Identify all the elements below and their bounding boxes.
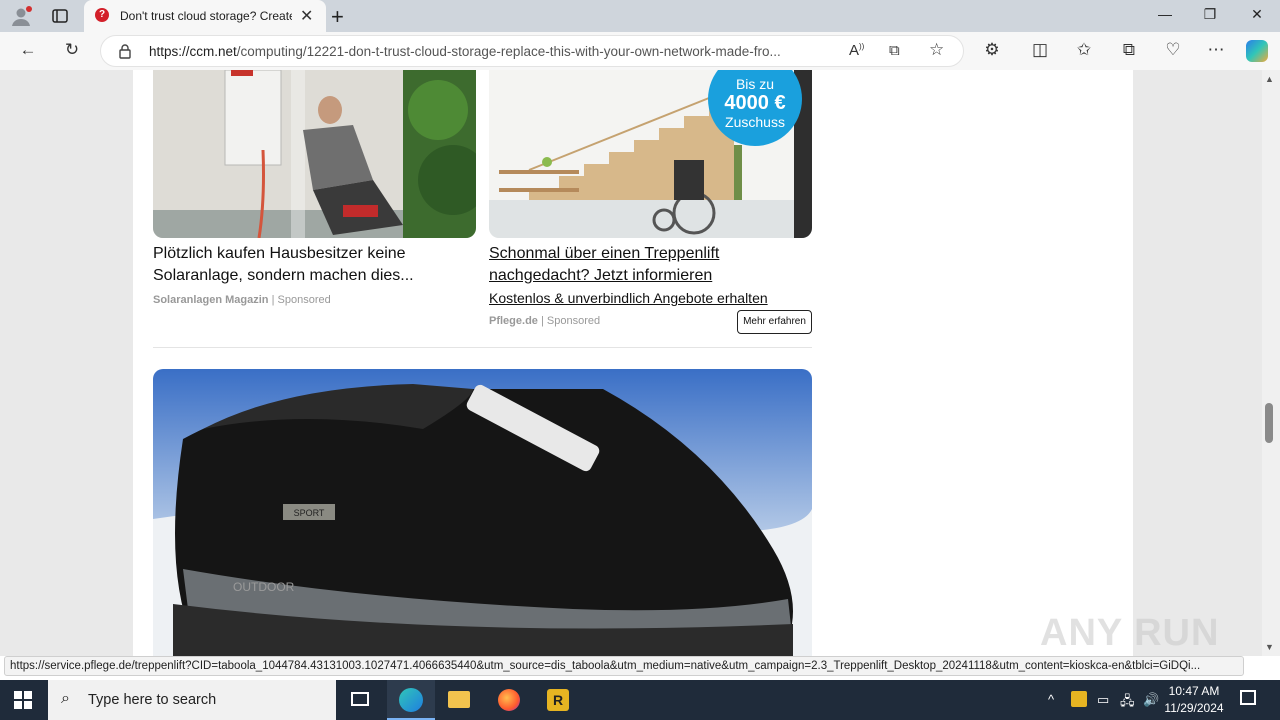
- tray-device-icon[interactable]: ▭: [1097, 692, 1109, 708]
- new-tab-icon[interactable]: +: [331, 4, 344, 30]
- search-icon: ⌕: [61, 690, 70, 707]
- edge-taskbar-icon[interactable]: [387, 680, 435, 720]
- clock-date: 11/29/2024: [1164, 701, 1224, 715]
- browser-essentials-icon[interactable]: ♡: [1162, 40, 1184, 60]
- firefox-icon[interactable]: [485, 680, 533, 720]
- copilot-icon[interactable]: [1246, 40, 1268, 62]
- refresh-icon[interactable]: ↻: [61, 40, 83, 60]
- search-placeholder: Type here to search: [88, 692, 217, 708]
- favorites-icon[interactable]: ✩: [1073, 40, 1095, 60]
- tab-actions-icon[interactable]: [51, 7, 69, 25]
- split-screen-icon[interactable]: ◫: [1029, 40, 1051, 60]
- file-explorer-icon[interactable]: [435, 680, 483, 720]
- status-bar-url: https://service.pflege.de/treppenlift?CI…: [4, 656, 1244, 676]
- sponsored-label: Sponsored: [277, 294, 331, 306]
- badge-line1: Bis zu: [735, 76, 775, 92]
- collections-icon[interactable]: ⧉: [1118, 40, 1140, 60]
- tab-close-icon[interactable]: ✕: [300, 6, 313, 26]
- shoe-tag-text: SPORT: [294, 508, 325, 518]
- ad-source-stairlift: Pflege.de | Sponsored: [489, 315, 601, 327]
- tab-strip: ? Don't trust cloud storage? Create ✕ + …: [0, 0, 1280, 32]
- system-clock[interactable]: 10:47 AM 11/29/2024: [1158, 683, 1230, 717]
- url-path: /computing/12221-don-t-trust-cloud-stora…: [236, 44, 781, 59]
- vertical-scrollbar[interactable]: ▲ ▼: [1262, 70, 1280, 656]
- profile-icon[interactable]: [10, 5, 32, 27]
- show-hidden-icons-icon[interactable]: ^: [1048, 692, 1054, 707]
- learn-more-button[interactable]: Mehr erfahren: [737, 310, 812, 334]
- more-menu-icon[interactable]: ⋯: [1205, 40, 1227, 60]
- close-window-icon[interactable]: ✕: [1245, 6, 1269, 23]
- immersive-reader-icon[interactable]: ⧉: [889, 42, 900, 59]
- extensions-icon[interactable]: ⚙: [981, 40, 1003, 60]
- ad-image-solar[interactable]: [153, 70, 476, 238]
- url-host: https://ccm.net: [149, 44, 237, 59]
- ad-title-solar[interactable]: Plötzlich kaufen Hausbesitzer keine Sola…: [153, 243, 453, 287]
- task-view-icon[interactable]: [336, 680, 384, 720]
- address-bar[interactable]: https://ccm.net/computing/12221-don-t-tr…: [100, 35, 964, 67]
- read-aloud-icon[interactable]: A)): [849, 42, 864, 59]
- restore-icon[interactable]: ❐: [1198, 6, 1222, 23]
- app-r-icon[interactable]: R: [534, 680, 582, 720]
- tray-app-icon[interactable]: [1071, 691, 1087, 707]
- url-text[interactable]: https://ccm.net/computing/12221-don-t-tr…: [149, 44, 829, 59]
- shoe-sole-text: OUTDOOR: [233, 580, 295, 594]
- clock-time: 10:47 AM: [1168, 684, 1220, 698]
- minimize-icon[interactable]: —: [1153, 6, 1177, 22]
- taskbar: ⌕ Type here to search R ^ ▭ 🖧 🔊 10:47 AM…: [0, 680, 1280, 720]
- notifications-icon[interactable]: [1240, 690, 1256, 705]
- ccm-favicon-icon: ?: [95, 8, 109, 22]
- volume-icon[interactable]: 🔊: [1143, 692, 1159, 708]
- ad-image-shoe[interactable]: SPORT OUTDOOR: [153, 369, 812, 656]
- sponsored-label: Sponsored: [546, 315, 601, 327]
- badge-line3: Zuschuss: [725, 114, 785, 130]
- scroll-up-icon[interactable]: ▲: [1265, 74, 1274, 84]
- favorite-star-icon[interactable]: ☆: [929, 40, 944, 60]
- taskbar-search[interactable]: ⌕ Type here to search: [48, 680, 336, 720]
- ad-title-stairlift[interactable]: Schonmal über einen Treppenlift nachgeda…: [489, 243, 789, 287]
- browser-toolbar: ← ↻ https://ccm.net/computing/12221-don-…: [0, 32, 1280, 70]
- start-button-icon[interactable]: [14, 691, 32, 709]
- ad-source-solar: Solaranlagen Magazin | Sponsored: [153, 294, 331, 306]
- tab-active[interactable]: ? Don't trust cloud storage? Create ✕: [84, 0, 326, 32]
- anyrun-watermark: ANY RUN: [1040, 612, 1220, 654]
- page-viewport: Plötzlich kaufen Hausbesitzer keine Sola…: [0, 70, 1262, 656]
- badge-line2: 4000 €: [724, 92, 786, 114]
- ad-description-stairlift[interactable]: Kostenlos & unverbindlich Angebote erhal…: [489, 290, 768, 306]
- ad-source-name[interactable]: Solaranlagen Magazin: [153, 294, 269, 306]
- scroll-down-icon[interactable]: ▼: [1265, 642, 1274, 652]
- divider: [153, 347, 812, 348]
- tab-title: Don't trust cloud storage? Create: [120, 9, 292, 23]
- back-icon[interactable]: ←: [17, 40, 39, 60]
- article-content: Plötzlich kaufen Hausbesitzer keine Sola…: [133, 70, 1133, 656]
- ad-source-name[interactable]: Pflege.de: [489, 315, 538, 327]
- network-icon[interactable]: 🖧: [1120, 692, 1135, 714]
- scrollbar-thumb[interactable]: [1265, 403, 1273, 443]
- lock-icon[interactable]: [119, 44, 131, 64]
